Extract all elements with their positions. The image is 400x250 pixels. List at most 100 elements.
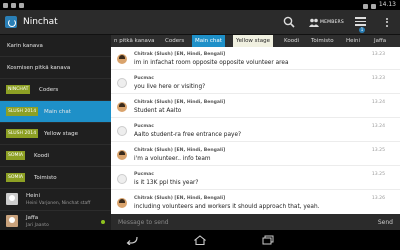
channel-tabs: n pitkä kanava Coders Main chat Yellow s… bbox=[111, 35, 400, 47]
message-item: Pucmac Aalto student-ra free entrance pa… bbox=[111, 121, 400, 142]
message-time: 13.23 bbox=[371, 52, 385, 57]
message-sender: Chitrak (Slush) [EN, Hindi, Bengali] bbox=[134, 100, 226, 105]
more-vert-icon bbox=[386, 17, 388, 20]
message-time: 13.24 bbox=[371, 124, 385, 129]
tab-kosmisen-pitka-kanava[interactable]: n pitkä kanava bbox=[111, 35, 158, 47]
search-icon[interactable] bbox=[283, 16, 295, 28]
message-item: Chitrak (Slush) [EN, Hindi, Bengali] inc… bbox=[111, 193, 400, 214]
avatar bbox=[117, 102, 127, 112]
notification-icon bbox=[3, 2, 8, 8]
home-icon[interactable] bbox=[194, 235, 206, 245]
sidebar-item-toimisto[interactable]: SOMIA Toimisto bbox=[0, 167, 111, 189]
recent-apps-icon[interactable] bbox=[262, 235, 274, 245]
sidebar-item-label: Toimisto bbox=[34, 175, 57, 181]
ninchat-logo-icon[interactable] bbox=[5, 16, 17, 28]
message-item: Pucmac you live here or visiting? 13.23 bbox=[111, 73, 400, 94]
avatar bbox=[6, 193, 18, 205]
message-sender: Chitrak (Slush) [EN, Hindi, Bengali] bbox=[134, 196, 226, 201]
avatar bbox=[117, 150, 127, 160]
action-bar: Ninchat MEMBERS 1 bbox=[0, 10, 400, 35]
message-text: is it 13K ppl this year? bbox=[134, 180, 199, 186]
message-sender: Pucmac bbox=[134, 172, 154, 177]
message-item: Pucmac is it 13K ppl this year? 13.25 bbox=[111, 169, 400, 190]
message-time: 13.25 bbox=[371, 172, 385, 177]
sidebar-item-label: Kosmisen pitkä kanava bbox=[7, 65, 71, 71]
message-time: 13.25 bbox=[371, 148, 385, 153]
sidebar-item-label: Coders bbox=[39, 87, 59, 93]
status-right: 14.13 bbox=[362, 0, 396, 10]
avatar bbox=[117, 54, 127, 64]
message-sender: Pucmac bbox=[134, 124, 154, 129]
contact-subtitle: Heini Varjonen, Ninchat staff bbox=[26, 201, 91, 206]
wifi-icon bbox=[362, 3, 368, 9]
notification-icon bbox=[11, 2, 16, 8]
tab-koodi[interactable]: Koodi bbox=[281, 35, 302, 47]
channel-tag: SOMIA bbox=[6, 173, 25, 182]
channel-tag: SLUSH 2014 bbox=[6, 129, 39, 138]
tab-toimisto[interactable]: Toimisto bbox=[308, 35, 337, 47]
avatar bbox=[117, 126, 127, 136]
message-text: Aalto student-ra free entrance paye? bbox=[134, 132, 242, 138]
message-composer: Message to send Send bbox=[111, 214, 400, 230]
system-nav-bar bbox=[0, 230, 400, 250]
message-sender: Pucmac bbox=[134, 76, 154, 81]
contact-subtitle: Jari Jaanto bbox=[26, 223, 49, 228]
avatar bbox=[117, 198, 127, 208]
message-time: 13.23 bbox=[371, 76, 385, 81]
notification-icon bbox=[19, 2, 24, 8]
tab-jaffa[interactable]: Jaffa bbox=[371, 35, 389, 47]
sidebar-item-koodi[interactable]: SOMIA Koodi bbox=[0, 145, 111, 167]
sidebar-item-main-chat[interactable]: SLUSH 2014 Main chat bbox=[0, 101, 111, 123]
avatar bbox=[117, 174, 127, 184]
overflow-menu-button[interactable] bbox=[384, 16, 390, 29]
contact-name: Jaffa bbox=[26, 215, 39, 221]
tab-heini[interactable]: Heini bbox=[343, 35, 363, 47]
message-item: Chitrak (Slush) [EN, Hindi, Bengali] im … bbox=[111, 49, 400, 70]
sidebar-item-label: Karin kanava bbox=[7, 43, 43, 49]
message-text: i'm a volunteer.. info team bbox=[134, 156, 211, 162]
message-sender: Chitrak (Slush) [EN, Hindi, Bengali] bbox=[134, 148, 226, 153]
avatar bbox=[6, 215, 18, 227]
members-button[interactable]: MEMBERS bbox=[309, 14, 347, 31]
unread-badge: 1 bbox=[359, 27, 365, 33]
tab-yellow-stage[interactable]: Yellow stage bbox=[233, 35, 273, 47]
send-button[interactable]: Send bbox=[378, 218, 393, 227]
avatar bbox=[117, 78, 127, 88]
channel-tag: SOMIA bbox=[6, 151, 25, 160]
members-label: MEMBERS bbox=[320, 20, 344, 25]
sidebar-item-heini[interactable]: Heini Heini Varjonen, Ninchat staff bbox=[0, 189, 111, 211]
message-sender: Chitrak (Slush) [EN, Hindi, Bengali] bbox=[134, 52, 226, 57]
status-bar: 14.13 bbox=[0, 0, 400, 10]
status-time: 14.13 bbox=[378, 1, 396, 8]
message-time: 13.26 bbox=[371, 196, 385, 201]
tab-main-chat[interactable]: Main chat bbox=[192, 35, 225, 47]
sidebar-item-label: Yellow stage bbox=[44, 131, 78, 137]
channel-sidebar: Karin kanava Kosmisen pitkä kanava NINCH… bbox=[0, 35, 111, 230]
sidebar-item-kosmisen-pitka-kanava[interactable]: Kosmisen pitkä kanava bbox=[0, 57, 111, 79]
sidebar-item-jaffa[interactable]: Jaffa Jari Jaanto bbox=[0, 211, 111, 230]
sidebar-item-label: Koodi bbox=[34, 153, 50, 159]
message-input[interactable]: Message to send bbox=[118, 218, 169, 227]
message-list[interactable]: Chitrak (Slush) [EN, Hindi, Bengali] im … bbox=[111, 47, 400, 214]
channel-tag: SLUSH 2014 bbox=[6, 107, 39, 116]
sidebar-item-label: Main chat bbox=[44, 109, 71, 115]
message-item: Chitrak (Slush) [EN, Hindi, Bengali] Stu… bbox=[111, 97, 400, 118]
sidebar-item-yellow-stage[interactable]: SLUSH 2014 Yellow stage bbox=[0, 123, 111, 145]
back-icon[interactable] bbox=[126, 235, 138, 245]
message-text: Student at Aalto bbox=[134, 108, 182, 114]
channel-tag: NINCHAT bbox=[6, 85, 31, 94]
status-notifications bbox=[3, 0, 24, 8]
app-title: Ninchat bbox=[23, 17, 58, 27]
sidebar-item-karin-kanava[interactable]: Karin kanava bbox=[0, 35, 111, 57]
members-icon bbox=[309, 18, 319, 27]
sidebar-item-coders[interactable]: NINCHAT Coders bbox=[0, 79, 111, 101]
message-text: including volunteers and workers it shou… bbox=[134, 204, 320, 210]
message-text: you live here or visiting? bbox=[134, 84, 206, 90]
message-time: 13.24 bbox=[371, 100, 385, 105]
channels-menu-button[interactable]: 1 bbox=[354, 15, 368, 33]
tab-coders[interactable]: Coders bbox=[162, 35, 187, 47]
online-status-icon bbox=[101, 220, 105, 224]
menu-icon bbox=[355, 17, 366, 19]
message-item: Chitrak (Slush) [EN, Hindi, Bengali] i'm… bbox=[111, 145, 400, 166]
message-text: im in infachat room opposite opposite vo… bbox=[134, 60, 289, 66]
